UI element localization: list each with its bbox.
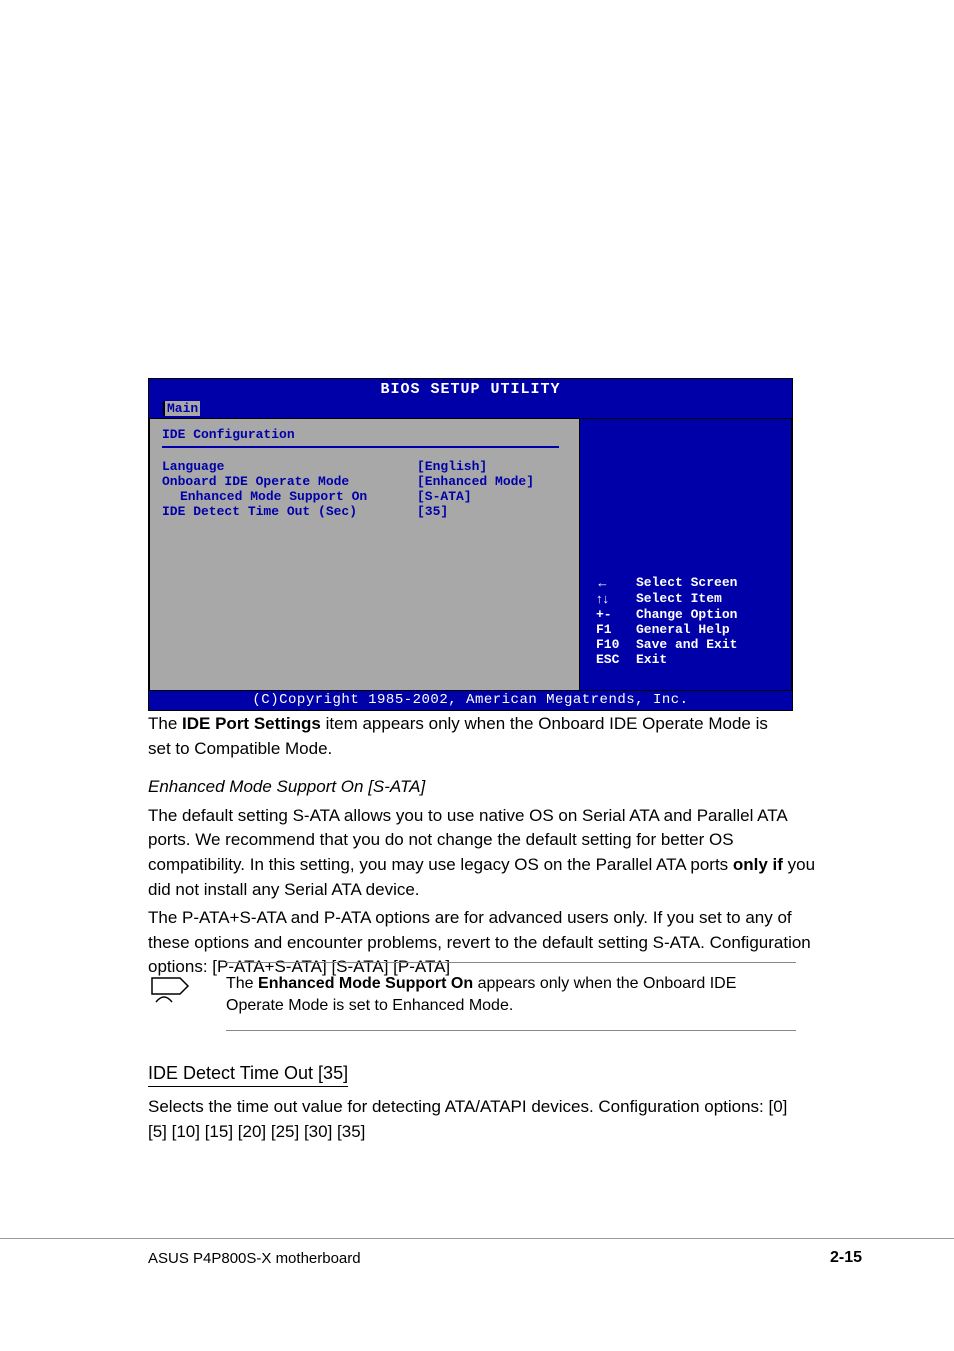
text: The (226, 975, 258, 992)
page-footer: ASUS P4P800S-X motherboard 2-15 (0, 1238, 954, 1267)
setting-label: Onboard IDE Operate Mode (162, 475, 417, 490)
bios-left-panel: IDE Configuration Language [English] Onb… (149, 418, 579, 691)
text: The (148, 714, 182, 733)
setting-value: [English] (417, 460, 487, 475)
bios-tab-bar: Main (149, 399, 792, 418)
paragraph-ide-port-settings-note: The IDE Port Settings item appears only … (148, 712, 788, 761)
setting-enhanced-mode-support-on[interactable]: Enhanced Mode Support On [S-ATA] (162, 490, 567, 505)
help-desc: Select Item (636, 592, 722, 608)
text: The default setting S-ATA allows you to … (148, 806, 787, 874)
help-row-select-item: ↑↓ Select Item (596, 592, 737, 608)
text-bold: Enhanced Mode Support On (258, 975, 473, 992)
help-row-change-option: +- Change Option (596, 608, 737, 623)
settings-list: Language [English] Onboard IDE Operate M… (162, 460, 567, 520)
help-key: F1 (596, 623, 636, 638)
help-desc: General Help (636, 623, 730, 638)
bios-title: BIOS SETUP UTILITY (149, 379, 792, 399)
setting-language[interactable]: Language [English] (162, 460, 567, 475)
footer-page-number: 2-15 (830, 1249, 862, 1267)
help-key: ESC (596, 653, 636, 668)
setting-ide-detect-timeout[interactable]: IDE Detect Time Out (Sec) [35] (162, 505, 567, 520)
help-key: +- (596, 608, 636, 623)
subheading-ide-detect-timeout: IDE Detect Time Out [35] (148, 1063, 348, 1087)
help-desc: Change Option (636, 608, 737, 623)
text-bold: only if (733, 855, 783, 874)
up-down-arrow-icon: ↑↓ (596, 591, 609, 606)
setting-value: [Enhanced Mode] (417, 475, 534, 490)
setting-label: Language (162, 460, 417, 475)
paragraph-timeout-desc: Selects the time out value for detecting… (148, 1095, 788, 1144)
text-bold: IDE Port Settings (182, 714, 321, 733)
setting-onboard-ide-operate-mode[interactable]: Onboard IDE Operate Mode [Enhanced Mode] (162, 475, 567, 490)
enhanced-mode-heading: Enhanced Mode Support On [S-ATA] (148, 777, 425, 796)
setting-value: [35] (417, 505, 448, 520)
footer-left: ASUS P4P800S-X motherboard (148, 1250, 830, 1267)
help-row-exit: ESC Exit (596, 653, 737, 668)
help-desc: Select Screen (636, 576, 737, 592)
setting-value: [S-ATA] (417, 490, 472, 505)
help-keys: ← Select Screen ↑↓ Select Item +- Change… (596, 576, 737, 668)
paragraph-enhanced-mode: Enhanced Mode Support On [S-ATA] The def… (148, 775, 828, 980)
note-block: The Enhanced Mode Support On appears onl… (226, 962, 796, 1031)
help-desc: Save and Exit (636, 638, 737, 653)
setting-label: IDE Detect Time Out (Sec) (162, 505, 417, 520)
section-heading: IDE Configuration (162, 427, 559, 448)
pencil-icon (150, 972, 194, 1008)
bios-right-panel: ← Select Screen ↑↓ Select Item +- Change… (579, 418, 792, 691)
left-arrow-icon: ← (596, 575, 609, 590)
help-row-select-screen: ← Select Screen (596, 576, 737, 592)
help-desc: Exit (636, 653, 667, 668)
bios-window: BIOS SETUP UTILITY Main IDE Configuratio… (148, 378, 793, 711)
help-key: F10 (596, 638, 636, 653)
tab-main[interactable]: Main (163, 401, 200, 416)
help-row-save-exit: F10 Save and Exit (596, 638, 737, 653)
help-row-general-help: F1 General Help (596, 623, 737, 638)
setting-label: Enhanced Mode Support On (162, 490, 417, 505)
note-icon (150, 972, 194, 1008)
bios-copyright: (C)Copyright 1985-2002, American Megatre… (149, 691, 792, 710)
